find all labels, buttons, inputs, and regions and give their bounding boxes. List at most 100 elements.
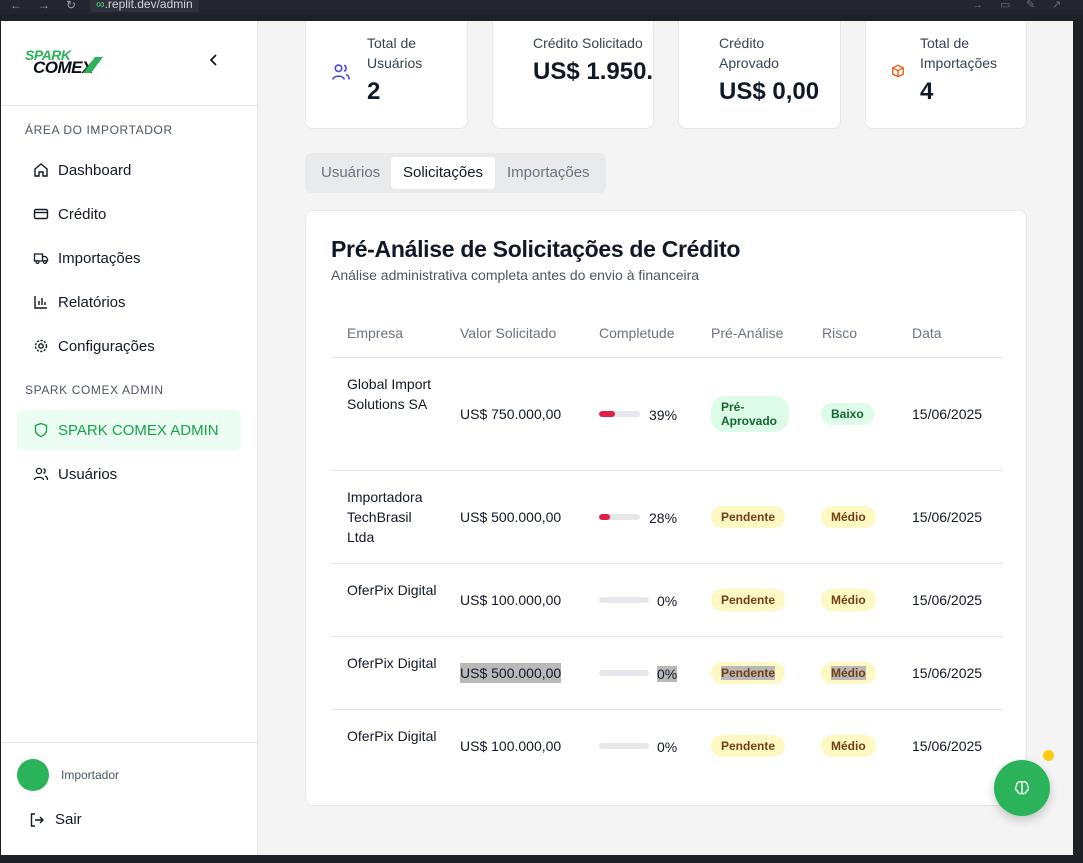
- stat-card-total-importacoes: Total de Importações 4: [865, 21, 1027, 129]
- requested-value: US$ 500.000,00: [460, 509, 562, 525]
- column-header-pre-analise: Pré-Análise: [711, 325, 784, 341]
- stat-value: 4: [920, 78, 934, 105]
- reload-icon[interactable]: ↻: [66, 0, 76, 12]
- tab-list: Usuários Solicitações Importações: [305, 153, 606, 193]
- user-role: Importador: [61, 768, 120, 782]
- tab-usuarios[interactable]: Usuários: [309, 157, 392, 189]
- collapse-sidebar-button[interactable]: [203, 53, 225, 75]
- back-arrow-icon[interactable]: ←: [10, 0, 22, 12]
- completeness-percent: 0%: [657, 739, 678, 755]
- stat-label: Total de Importações: [920, 35, 998, 71]
- tab-solicitacoes[interactable]: Solicitações: [391, 157, 496, 189]
- sidebar-item-label: Configurações: [58, 337, 155, 355]
- table-divider: [331, 563, 1003, 564]
- sidebar-item-usuarios[interactable]: Usuários: [17, 454, 241, 494]
- column-header-data: Data: [912, 325, 942, 341]
- request-date: 15/06/2025: [912, 738, 983, 754]
- ai-assistant-button[interactable]: [994, 760, 1050, 816]
- sidebar-item-label: Crédito: [58, 205, 107, 223]
- sidebar-item-importacoes[interactable]: Importações: [17, 238, 241, 278]
- completeness-percent: 0%: [657, 666, 678, 682]
- sidebar-divider: [1, 105, 258, 106]
- link-icon: ∞: [96, 0, 105, 11]
- sidebar-item-dashboard[interactable]: Dashboard: [17, 150, 241, 190]
- request-date: 15/06/2025: [912, 665, 983, 681]
- page-subtitle: Análise administrativa completa antes do…: [331, 267, 700, 283]
- stat-card-credito-solicitado: Crédito Solicitado US$ 1.950.000,00: [492, 21, 654, 129]
- completeness-percent: 28%: [649, 510, 678, 526]
- completeness-percent: 0%: [657, 593, 678, 609]
- sidebar-item-credito[interactable]: Crédito: [17, 194, 241, 234]
- app-window: SPARK COMEX ÁREA DO IMPORTADOR Dashboard…: [1, 21, 1073, 855]
- sidebar-item-label: Importações: [58, 249, 141, 267]
- requested-value: US$ 100.000,00: [460, 592, 562, 608]
- requested-value: US$ 750.000,00: [460, 406, 562, 422]
- bar-chart-icon: [33, 294, 49, 310]
- sidebar-item-configuracoes[interactable]: Configurações: [17, 326, 241, 366]
- company-name: OferPix Digital: [347, 582, 437, 598]
- completeness-bar: [599, 411, 640, 417]
- company-name: Global Import Solutions SA: [347, 376, 432, 412]
- avatar[interactable]: [17, 759, 49, 791]
- arrow-right-icon[interactable]: →: [972, 0, 983, 12]
- home-icon: [33, 162, 49, 178]
- request-date: 15/06/2025: [912, 406, 983, 422]
- risk-badge: Médio: [821, 506, 876, 528]
- company-name: Importadora TechBrasil Ltda: [347, 489, 423, 545]
- completeness-fill: [599, 514, 611, 520]
- sidebar-item-label: Usuários: [58, 465, 118, 483]
- column-header-completude: Completude: [599, 325, 675, 341]
- logout-icon: [29, 812, 45, 828]
- logout-label: Sair: [55, 811, 82, 828]
- stat-card-total-usuarios: Total de Usuários 2: [305, 21, 468, 129]
- stat-card-credito-aprovado: Crédito Aprovado US$ 0,00: [678, 21, 841, 129]
- table-divider: [331, 709, 1003, 710]
- section-heading-admin: SPARK COMEX ADMIN: [25, 383, 164, 397]
- completeness-fill: [599, 411, 615, 417]
- sidebar-bottom-divider: [1, 742, 258, 743]
- risk-badge: Médio: [821, 662, 876, 684]
- request-date: 15/06/2025: [912, 592, 983, 608]
- requested-value: US$ 500.000,00: [460, 663, 562, 683]
- completeness-bar: [599, 670, 649, 676]
- credit-card-icon: [33, 206, 49, 222]
- pre-analysis-badge: Pendente: [711, 506, 786, 528]
- completeness-percent: 39%: [649, 407, 678, 423]
- pre-analysis-badge: Pendente: [711, 735, 786, 757]
- browser-toolbar: ← → ↻ ∞.replit.dev/admin → ▭ ✎ ↗: [0, 0, 1083, 14]
- sidebar-item-relatorios[interactable]: Relatórios: [17, 282, 241, 322]
- request-date: 15/06/2025: [912, 509, 983, 525]
- table-divider: [331, 636, 1003, 637]
- users-icon: [33, 466, 49, 482]
- risk-badge: Médio: [821, 589, 876, 611]
- address-bar[interactable]: ∞.replit.dev/admin: [90, 0, 199, 12]
- spark-comex-logo[interactable]: SPARK COMEX: [25, 47, 107, 81]
- wrench-icon[interactable]: ✎: [1026, 0, 1035, 12]
- sidebar-item-label: Dashboard: [58, 161, 132, 179]
- table-divider: [331, 357, 1003, 358]
- tab-importacoes[interactable]: Importações: [495, 157, 602, 189]
- completeness-bar: [599, 514, 640, 520]
- logout-button[interactable]: Sair: [29, 811, 82, 828]
- forward-arrow-icon[interactable]: →: [38, 0, 50, 12]
- completeness-bar: [599, 597, 649, 603]
- package-icon: [891, 64, 905, 78]
- page-title: Pré-Análise de Solicitações de Crédito: [331, 236, 741, 262]
- pre-analysis-badge: Pendente: [711, 662, 786, 684]
- stat-value: US$ 1.950.000,00: [533, 58, 654, 85]
- credit-pre-analysis-panel: Pré-Análise de Solicitações de Crédito A…: [305, 210, 1027, 806]
- column-header-risco: Risco: [822, 325, 858, 341]
- column-header-empresa: Empresa: [347, 325, 404, 341]
- external-link-icon[interactable]: ↗: [1052, 0, 1061, 12]
- section-heading-importer: ÁREA DO IMPORTADOR: [25, 123, 173, 137]
- stat-label: Crédito Solicitado: [533, 35, 643, 51]
- truck-icon: [33, 250, 49, 266]
- stat-value: 2: [367, 78, 381, 105]
- users-icon: [331, 62, 351, 82]
- stat-value: US$ 0,00: [719, 78, 820, 105]
- stat-label: Total de Usuários: [367, 35, 423, 71]
- stat-label: Crédito Aprovado: [719, 35, 779, 71]
- risk-text: Médio: [831, 666, 866, 680]
- sidebar-item-spark-comex-admin[interactable]: SPARK COMEX ADMIN: [17, 410, 241, 450]
- monitor-icon[interactable]: ▭: [1000, 0, 1010, 12]
